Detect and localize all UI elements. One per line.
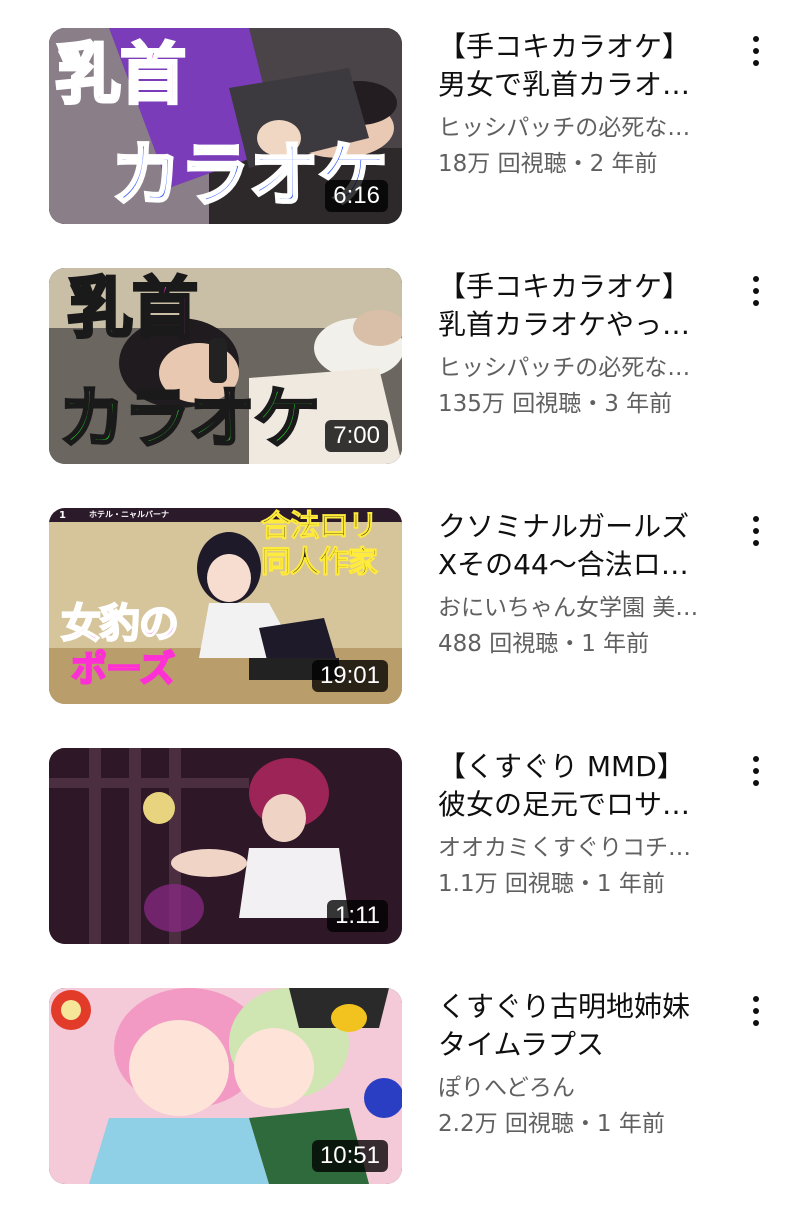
video-thumbnail[interactable]: 乳首 カラオケ 7:00 (49, 268, 402, 464)
video-stats: 2.2万 回視聴・1 年前 (438, 1111, 665, 1137)
thumbnail-caption: 女豹の (60, 601, 180, 647)
video-item[interactable]: 10:51 くすぐり古明地姉妹 タイムラプス ぽりへどろん 2.2万 回視聴・1… (0, 988, 796, 1228)
more-vert-icon[interactable] (742, 516, 770, 556)
video-title[interactable]: 【くすぐり MMD】 彼女の足元でロサ… (438, 748, 738, 824)
video-duration: 7:00 (325, 420, 388, 452)
video-duration: 6:16 (325, 180, 388, 212)
more-vert-icon[interactable] (742, 276, 770, 316)
thumbnail-caption: ポーズ (70, 649, 176, 690)
video-stats: 488 回視聴・1 年前 (438, 631, 650, 657)
video-stats: 18万 回視聴・2 年前 (438, 151, 658, 177)
thumbnail-caption: 同人作家 (261, 545, 379, 580)
video-title[interactable]: クソミナルガールズ Xその44～合法ロ… (438, 508, 738, 584)
thumbnail-caption: 乳首 (66, 270, 200, 347)
channel-name[interactable]: ヒッシパッチの必死な… (438, 110, 738, 146)
thumbnail-caption: 乳首 (54, 36, 188, 113)
video-item[interactable]: 乳首 カラオケ 6:16 【手コキカラオケ】 男女で乳首カラオ… ヒッシパッチの… (0, 28, 796, 268)
thumbnail-caption: カラオケ (58, 380, 322, 457)
channel-name[interactable]: ぽりへどろん (438, 1070, 738, 1106)
channel-name[interactable]: おにいちゃん女学園 美… (438, 590, 738, 626)
video-thumbnail[interactable]: 乳首 カラオケ 6:16 (49, 28, 402, 224)
more-vert-icon[interactable] (742, 996, 770, 1036)
video-thumbnail[interactable]: 1:11 (49, 748, 402, 944)
video-item[interactable]: 1:11 【くすぐり MMD】 彼女の足元でロサ… オオカミくすぐりコチ… 1.… (0, 748, 796, 988)
video-stats: 1.1万 回視聴・1 年前 (438, 871, 665, 897)
video-title[interactable]: 【手コキカラオケ】 乳首カラオケやっ… (438, 268, 738, 344)
video-meta: 【くすぐり MMD】 彼女の足元でロサ… オオカミくすぐりコチ… 1.1万 回視… (438, 748, 738, 902)
video-meta: クソミナルガールズ Xその44～合法ロ… おにいちゃん女学園 美… 488 回視… (438, 508, 738, 662)
more-vert-icon[interactable] (742, 36, 770, 76)
video-stats: 135万 回視聴・3 年前 (438, 391, 673, 417)
video-meta: 【手コキカラオケ】 乳首カラオケやっ… ヒッシパッチの必死な… 135万 回視聴… (438, 268, 738, 422)
thumbnail-small-text: ホテル・ニャルバーナ (89, 510, 169, 519)
thumbnail-caption: 合法ロリ (261, 509, 379, 544)
video-duration: 19:01 (311, 660, 388, 692)
more-vert-icon[interactable] (742, 756, 770, 796)
thumbnail-small-text: 1 (59, 510, 66, 521)
video-list: 乳首 カラオケ 6:16 【手コキカラオケ】 男女で乳首カラオ… ヒッシパッチの… (0, 28, 796, 1228)
video-duration: 10:51 (311, 1140, 388, 1172)
video-thumbnail[interactable]: 10:51 (49, 988, 402, 1184)
video-meta: くすぐり古明地姉妹 タイムラプス ぽりへどろん 2.2万 回視聴・1 年前 (438, 988, 738, 1142)
video-meta: 【手コキカラオケ】 男女で乳首カラオ… ヒッシパッチの必死な… 18万 回視聴・… (438, 28, 738, 182)
video-item[interactable]: 1 ホテル・ニャルバーナ 合法ロリ 同人作家 女豹の ポーズ 19:01 クソミ… (0, 508, 796, 748)
video-title[interactable]: くすぐり古明地姉妹 タイムラプス (438, 988, 738, 1064)
channel-name[interactable]: オオカミくすぐりコチ… (438, 830, 738, 866)
video-thumbnail[interactable]: 1 ホテル・ニャルバーナ 合法ロリ 同人作家 女豹の ポーズ 19:01 (49, 508, 402, 704)
video-title[interactable]: 【手コキカラオケ】 男女で乳首カラオ… (438, 28, 738, 104)
video-duration: 1:11 (327, 900, 388, 932)
video-item[interactable]: 乳首 カラオケ 7:00 【手コキカラオケ】 乳首カラオケやっ… ヒッシパッチの… (0, 268, 796, 508)
channel-name[interactable]: ヒッシパッチの必死な… (438, 350, 738, 386)
